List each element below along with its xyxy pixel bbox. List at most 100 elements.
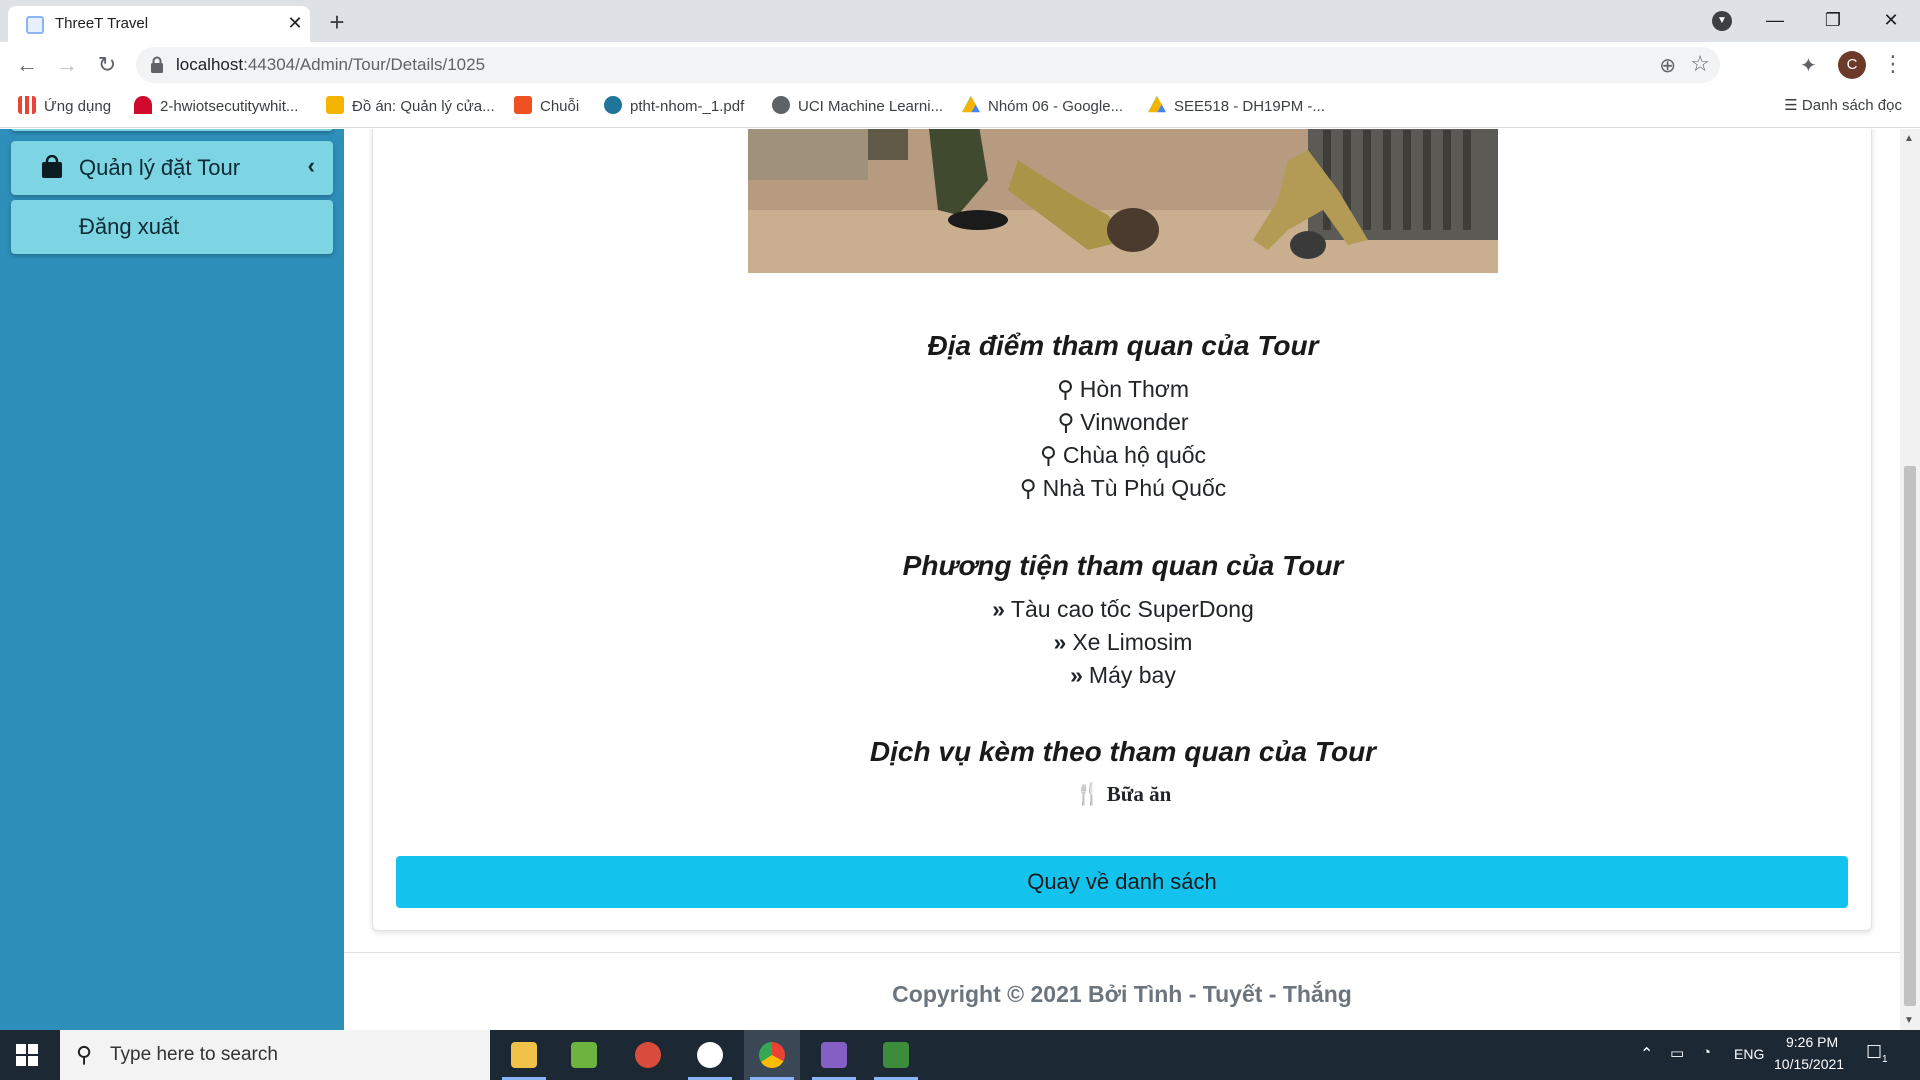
app-taskbar-item[interactable] [556,1030,612,1080]
sidebar-item-previous[interactable] [11,129,333,131]
transport-label: Xe Limosim [1072,629,1193,655]
visual-studio-icon [821,1042,847,1068]
bookmark-item[interactable]: SEE518 - DH19PM -... [1148,96,1325,120]
transport-item: » Xe Limosim [373,629,1873,656]
reading-list-button[interactable]: ☰ Danh sách đọc [1784,96,1902,114]
copyright-text: Copyright © 2021 Bởi Tình - Tuyết - Thắn… [892,981,1352,1007]
bookmark-label: UCI Machine Learni... [798,98,944,115]
chrome-app[interactable] [744,1030,800,1080]
huawei-icon [134,96,152,114]
double-chevron-right-icon: » [1070,662,1083,688]
sidebar-item-label: Đăng xuất [79,214,180,239]
bookmark-label: ptht-nhom-_1.pdf [630,98,745,115]
page-viewport: Quản lý đặt Tour ‹ Đăng xuất Địa điểm th… [0,129,1920,1030]
bookmark-item[interactable]: 2-hwiotsecutitywhit... [134,96,298,120]
tab-favicon-icon [26,16,44,34]
reload-icon[interactable]: ↻ [92,50,122,80]
tab-close-icon[interactable]: ✕ [284,12,306,34]
extensions-icon[interactable]: ✦ [1800,53,1817,78]
clock-date[interactable]: 10/15/2021 [1774,1056,1844,1072]
url-host: localhost [176,55,244,74]
visual-studio-app[interactable] [806,1030,862,1080]
back-to-list-button[interactable]: Quay về danh sách [396,856,1848,908]
browser-tab[interactable]: ThreeT Travel ✕ [8,6,310,42]
bookmark-item[interactable]: Chuỗi [514,96,579,120]
tab-title: ThreeT Travel [55,15,149,32]
back-icon[interactable]: ← [12,50,42,80]
globe-icon [772,96,790,114]
zoom-icon[interactable]: ⊕ [1659,53,1676,78]
bookmark-label: Nhóm 06 - Google... [988,98,1124,115]
utensils-icon: 🍴 [1074,782,1101,806]
map-marker-icon: ⚲ [1039,442,1057,468]
chat-icon [697,1042,723,1068]
bookmark-item[interactable]: Nhóm 06 - Google... [962,96,1123,120]
service-item: 🍴 Bữa ăn [373,782,1873,807]
map-marker-icon: ⚲ [1056,376,1074,402]
tour-details-card: Địa điểm tham quan của Tour ⚲ Hòn Thơm ⚲ V… [372,129,1872,931]
wordpress-icon [604,96,622,114]
page-scrollbar[interactable]: ▲ ▼ [1900,129,1920,1030]
apps-grid-icon [18,96,36,114]
f8-icon [514,96,532,114]
address-bar[interactable]: localhost:44304/Admin/Tour/Details/1025 … [136,47,1720,83]
place-item: ⚲ Vinwonder [373,409,1873,436]
bookmark-label: SEE518 - DH19PM -... [1174,98,1325,115]
bookmark-item[interactable]: UCI Machine Learni... [772,96,943,120]
new-tab-button[interactable]: + [322,8,352,38]
bookmark-item[interactable]: ptht-nhom-_1.pdf [604,96,744,120]
clock-time[interactable]: 9:26 PM [1786,1034,1838,1050]
bookmark-label: Ứng dụng [44,98,112,115]
scroll-up-icon[interactable]: ▲ [1904,133,1914,144]
tab-search-icon[interactable]: ▼ [1712,11,1732,31]
zalo-app[interactable] [682,1030,738,1080]
battery-icon[interactable]: ▭ [1670,1044,1684,1062]
map-marker-icon: ⚲ [1057,409,1075,435]
taskbar-search-box[interactable]: ⚲ Type here to search [60,1030,490,1080]
notification-icon[interactable]: ☐ [1866,1042,1882,1063]
services-heading: Dịch vụ kèm theo tham quan của Tour [869,736,1377,767]
bookmark-label: 2-hwiotsecutitywhit... [160,98,299,115]
url-text: localhost:44304/Admin/Tour/Details/1025 [176,55,485,75]
bookmark-item[interactable]: Đồ án: Quản lý cửa... [326,96,495,120]
reading-list-icon: ☰ [1784,97,1802,114]
menu-kebab-icon[interactable]: ⋮ [1882,51,1904,77]
app-taskbar-item[interactable] [868,1030,924,1080]
windows-start-icon[interactable] [16,1044,38,1066]
profile-avatar[interactable]: C [1838,51,1866,79]
scroll-down-icon[interactable]: ▼ [1904,1015,1914,1026]
bookmark-label: Chuỗi [540,98,580,115]
double-chevron-right-icon: » [992,596,1005,622]
forward-icon[interactable]: → [52,50,82,80]
transport-label: Máy bay [1088,662,1176,688]
file-explorer-app[interactable] [496,1030,552,1080]
tray-chevron-up-icon[interactable]: ⌃ [1640,1044,1653,1064]
sidebar-item-logout[interactable]: Đăng xuất [11,200,333,254]
bookmarks-bar: Ứng dụng 2-hwiotsecutitywhit... Đồ án: Q… [0,88,1920,128]
transport-heading: Phương tiện tham quan của Tour [902,550,1344,581]
place-item: ⚲ Chùa hộ quốc [373,442,1873,469]
bookmark-star-icon[interactable]: ☆ [1690,51,1710,77]
app-taskbar-item[interactable] [620,1030,676,1080]
wifi-icon[interactable]: ◔ [1702,1044,1711,1061]
minimize-button[interactable]: — [1752,4,1798,36]
place-label: Vinwonder [1080,409,1189,435]
bookmark-icon [326,96,344,114]
browser-tab-bar: ThreeT Travel ✕ + ▼ — ❐ ✕ [0,0,1920,42]
double-chevron-right-icon: » [1053,629,1067,655]
app-icon [571,1042,597,1068]
service-label: Bữa ăn [1106,782,1172,806]
sidebar-item-booking-management[interactable]: Quản lý đặt Tour ‹ [11,141,333,195]
folder-icon [511,1042,537,1068]
footer-divider [344,952,1920,953]
bookmark-apps[interactable]: Ứng dụng [18,96,111,120]
close-window-button[interactable]: ✕ [1868,4,1914,36]
scroll-thumb[interactable] [1904,466,1916,1006]
restore-button[interactable]: ❐ [1810,4,1856,36]
transport-item: » Tàu cao tốc SuperDong [373,596,1873,623]
transport-label: Tàu cao tốc SuperDong [1010,596,1254,622]
browser-toolbar: ← → ↻ localhost:44304/Admin/Tour/Details… [0,42,1920,88]
place-label: Nhà Tù Phú Quốc [1042,475,1227,501]
sidebar-item-label: Quản lý đặt Tour [79,155,241,180]
language-indicator[interactable]: ENG [1734,1046,1764,1062]
